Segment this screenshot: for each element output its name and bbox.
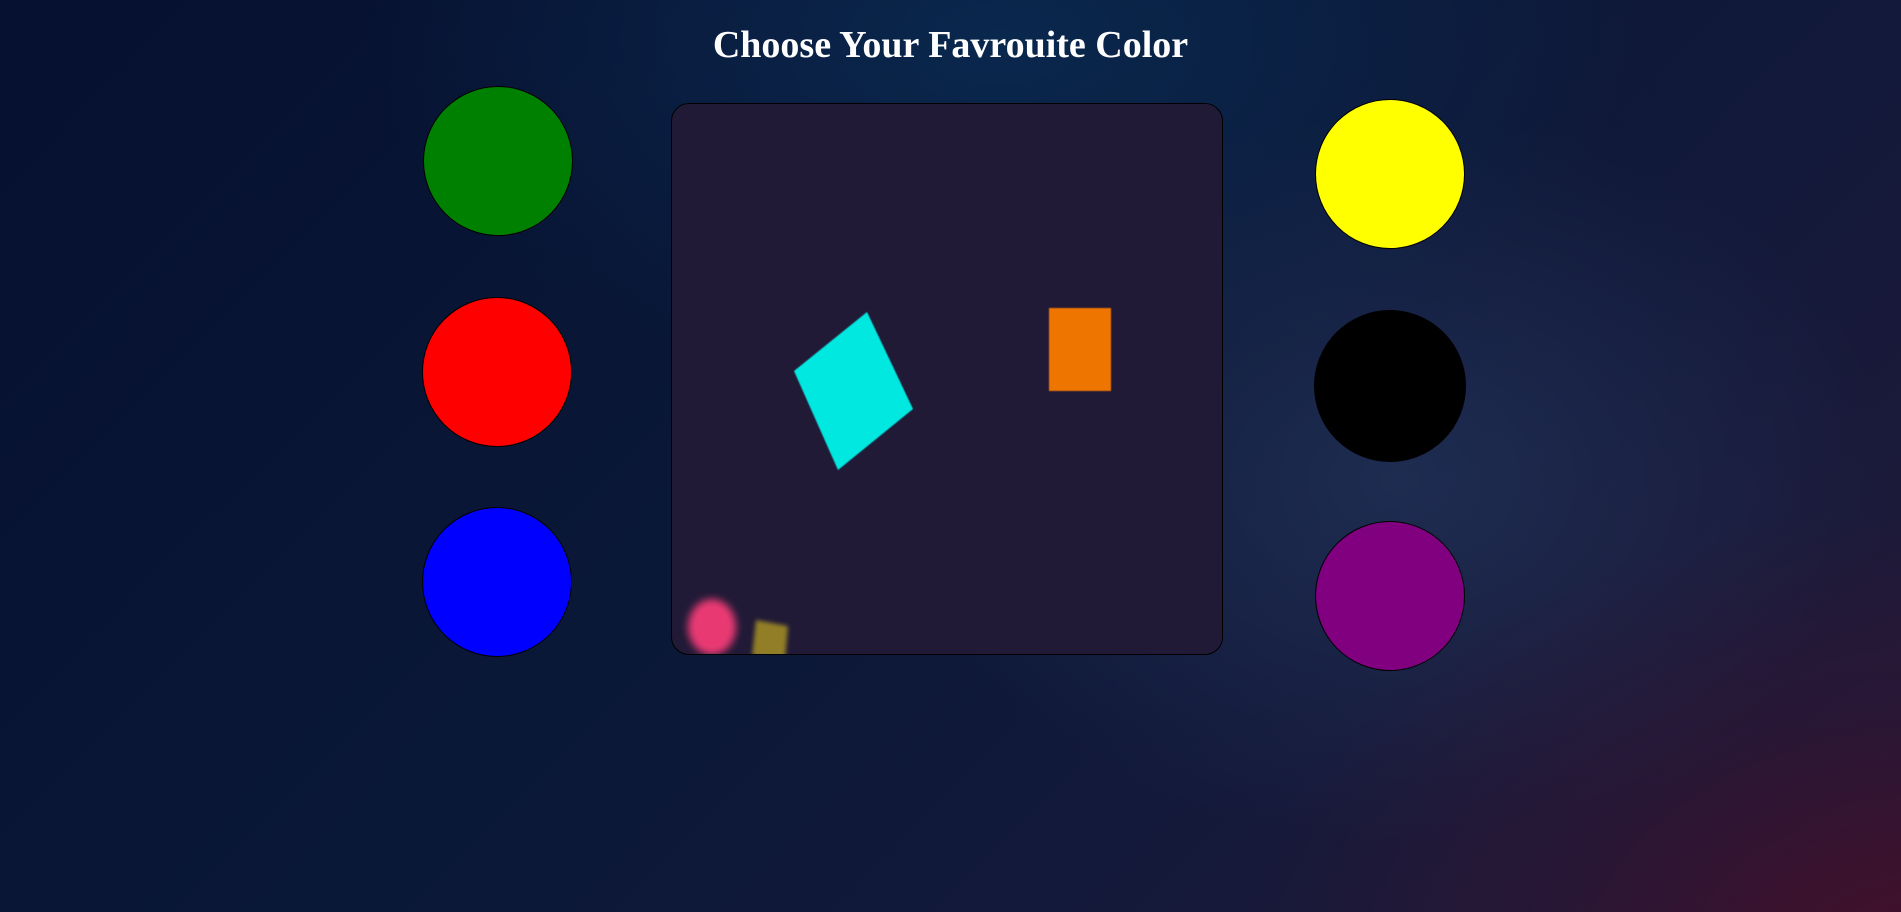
color-swatch-purple[interactable]	[1315, 521, 1465, 671]
shape-canvas[interactable]	[671, 103, 1223, 655]
color-swatch-green[interactable]	[423, 86, 573, 236]
color-swatch-black[interactable]	[1314, 310, 1466, 462]
cyan-diamond-shape	[794, 312, 913, 470]
page-title: Choose Your Favrouite Color	[712, 24, 1189, 66]
color-swatch-yellow[interactable]	[1315, 99, 1465, 249]
pink-blurred-blob-shape	[688, 599, 736, 654]
color-swatch-red[interactable]	[422, 297, 572, 447]
color-swatch-blue[interactable]	[422, 507, 572, 657]
shape-canvas-drawing	[688, 308, 1111, 654]
orange-rectangle-shape	[1049, 308, 1111, 391]
olive-blurred-square-shape	[752, 620, 788, 654]
